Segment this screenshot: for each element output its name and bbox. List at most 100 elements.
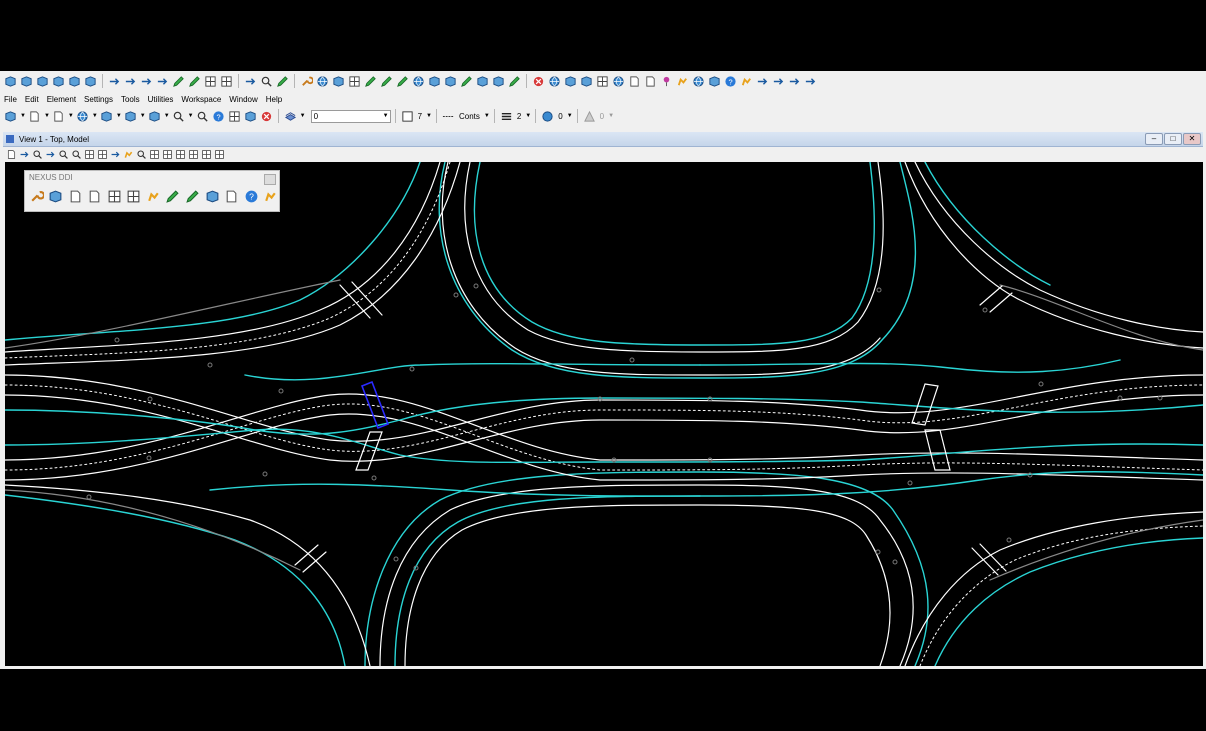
line-weight-dropdown-arrow[interactable]: ▼ bbox=[525, 113, 531, 119]
light-icon[interactable] bbox=[803, 74, 818, 89]
view-icon[interactable] bbox=[563, 74, 578, 89]
close-button[interactable]: ✕ bbox=[1183, 133, 1201, 145]
rotate-view-icon[interactable] bbox=[109, 148, 122, 161]
fit-view-icon[interactable] bbox=[96, 148, 109, 161]
graphic-group-icon[interactable] bbox=[243, 109, 258, 124]
chevron-down-icon[interactable]: ▼ bbox=[44, 113, 50, 119]
place-shape-icon[interactable] bbox=[171, 74, 186, 89]
snap-icon[interactable] bbox=[195, 109, 210, 124]
menu-settings[interactable]: Settings bbox=[84, 95, 113, 104]
menu-tools[interactable]: Tools bbox=[121, 95, 140, 104]
corridor-icon[interactable] bbox=[395, 74, 410, 89]
place-line-icon[interactable] bbox=[107, 74, 122, 89]
edit-document-icon[interactable] bbox=[643, 74, 658, 89]
pointer-icon[interactable] bbox=[739, 74, 754, 89]
mirror-element-icon[interactable] bbox=[67, 74, 82, 89]
levels-icon[interactable] bbox=[147, 109, 162, 124]
alignment-icon[interactable] bbox=[459, 74, 474, 89]
delete-icon[interactable] bbox=[531, 74, 546, 89]
education-icon[interactable] bbox=[707, 74, 722, 89]
palette-icon[interactable] bbox=[315, 74, 330, 89]
info-icon[interactable]: ? bbox=[211, 109, 226, 124]
raster-icon[interactable] bbox=[347, 74, 362, 89]
report-icon[interactable] bbox=[595, 74, 610, 89]
intersection-icon[interactable] bbox=[475, 74, 490, 89]
pan-view-icon[interactable] bbox=[122, 148, 135, 161]
view-previous-icon[interactable] bbox=[135, 148, 148, 161]
group-icon[interactable] bbox=[219, 74, 234, 89]
help-icon[interactable]: ? bbox=[243, 187, 260, 205]
clip-volume-icon[interactable] bbox=[174, 148, 187, 161]
menu-element[interactable]: Element bbox=[47, 95, 76, 104]
pedestrian-icon[interactable] bbox=[145, 187, 162, 205]
view-attributes-icon[interactable] bbox=[5, 148, 18, 161]
view-toggle-icon[interactable] bbox=[213, 148, 226, 161]
menu-edit[interactable]: Edit bbox=[25, 95, 39, 104]
select-icon[interactable] bbox=[755, 74, 770, 89]
color-dropdown-arrow[interactable]: ▼ bbox=[426, 113, 432, 119]
raster-manager-icon[interactable] bbox=[99, 109, 114, 124]
chevron-down-icon[interactable]: ▼ bbox=[20, 113, 26, 119]
visualize-icon[interactable] bbox=[611, 74, 626, 89]
place-block-icon[interactable] bbox=[187, 74, 202, 89]
models-icon[interactable] bbox=[123, 109, 138, 124]
print-icon[interactable] bbox=[67, 187, 84, 205]
color-icon[interactable] bbox=[400, 109, 415, 124]
fence-icon[interactable] bbox=[203, 74, 218, 89]
restore-button[interactable]: □ bbox=[1164, 133, 1182, 145]
layout-icon[interactable] bbox=[126, 187, 143, 205]
menu-workspace[interactable]: Workspace bbox=[181, 95, 221, 104]
place-smartline-icon[interactable] bbox=[123, 74, 138, 89]
template-icon[interactable] bbox=[443, 74, 458, 89]
drawing-canvas[interactable]: NEXUS DDI ? bbox=[5, 162, 1203, 666]
minimize-button[interactable]: – bbox=[1145, 133, 1163, 145]
parcel-icon[interactable] bbox=[491, 74, 506, 89]
transparency-dropdown-arrow[interactable]: ▼ bbox=[567, 113, 573, 119]
level-dropdown-arrow[interactable]: ▼ bbox=[300, 113, 306, 119]
file-icon[interactable] bbox=[87, 187, 104, 205]
terrain-icon[interactable] bbox=[411, 74, 426, 89]
globe-icon[interactable] bbox=[691, 74, 706, 89]
wrench-icon[interactable] bbox=[299, 74, 314, 89]
pushpin-icon[interactable] bbox=[659, 74, 674, 89]
palette-icon[interactable] bbox=[48, 187, 65, 205]
report-icon[interactable] bbox=[223, 187, 240, 205]
update-view-icon[interactable] bbox=[31, 148, 44, 161]
open-file-icon[interactable] bbox=[27, 109, 42, 124]
menu-file[interactable]: File bbox=[4, 95, 17, 104]
survey-icon[interactable] bbox=[184, 187, 201, 205]
save-icon[interactable] bbox=[51, 109, 66, 124]
new-file-icon[interactable] bbox=[3, 109, 18, 124]
rotate-element-icon[interactable] bbox=[35, 74, 50, 89]
send-icon[interactable] bbox=[771, 74, 786, 89]
copy-view-icon[interactable] bbox=[161, 148, 174, 161]
chevron-down-icon[interactable]: ▼ bbox=[92, 113, 98, 119]
menu-window[interactable]: Window bbox=[229, 95, 257, 104]
array-element-icon[interactable] bbox=[83, 74, 98, 89]
scale-element-icon[interactable] bbox=[51, 74, 66, 89]
chevron-down-icon[interactable]: ▼ bbox=[116, 113, 122, 119]
measure-icon[interactable] bbox=[275, 74, 290, 89]
camera-icon[interactable] bbox=[787, 74, 802, 89]
3d-model-icon[interactable] bbox=[331, 74, 346, 89]
zoom-out-icon[interactable] bbox=[70, 148, 83, 161]
chevron-down-icon[interactable]: ▼ bbox=[140, 113, 146, 119]
fit-view-icon[interactable] bbox=[259, 74, 274, 89]
deselect-icon[interactable] bbox=[259, 109, 274, 124]
design-icon[interactable] bbox=[106, 187, 123, 205]
element-info-icon[interactable] bbox=[227, 109, 242, 124]
nexus-ddi-toolbox[interactable]: NEXUS DDI ? bbox=[24, 170, 280, 212]
nexus-close-button[interactable] bbox=[264, 174, 276, 185]
zoom-in-icon[interactable] bbox=[57, 148, 70, 161]
active-level-combo[interactable]: 0 ▼ bbox=[310, 109, 391, 123]
pointer-icon[interactable] bbox=[262, 187, 279, 205]
priority-dropdown-arrow[interactable]: ▼ bbox=[608, 113, 614, 119]
sync-icon[interactable] bbox=[547, 74, 562, 89]
drape-icon[interactable] bbox=[363, 74, 378, 89]
saved-views-icon[interactable] bbox=[200, 148, 213, 161]
chevron-down-icon[interactable]: ▼ bbox=[68, 113, 74, 119]
settings-wrench-icon[interactable] bbox=[28, 187, 45, 205]
eye-icon[interactable] bbox=[579, 74, 594, 89]
signal-icon[interactable] bbox=[165, 187, 182, 205]
hand-icon[interactable] bbox=[675, 74, 690, 89]
